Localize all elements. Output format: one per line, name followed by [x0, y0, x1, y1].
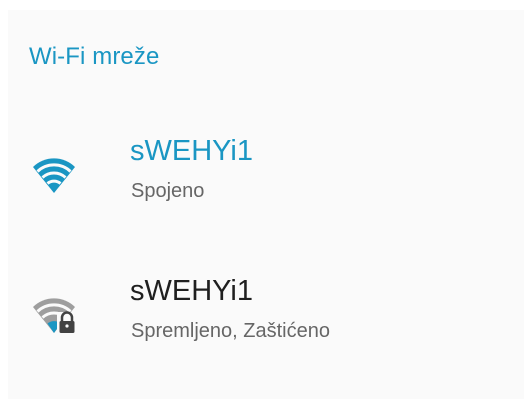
wifi-network-item[interactable]: sWEHYi1 Spremljeno, Zaštićeno [8, 265, 524, 385]
wifi-network-item[interactable]: sWEHYi1 Spojeno [8, 125, 524, 245]
network-name: sWEHYi1 [130, 275, 253, 307]
network-name: sWEHYi1 [130, 135, 253, 167]
wifi-locked-icon [31, 295, 77, 335]
section-title: Wi-Fi mreže [29, 43, 160, 70]
wifi-connected-icon [31, 155, 77, 195]
network-status: Spremljeno, Zaštićeno [131, 320, 330, 342]
wifi-networks-panel: Wi-Fi mreže sWEHYi1 Spojeno sWEHYi1 Spre… [8, 10, 524, 399]
network-status: Spojeno [131, 180, 205, 202]
